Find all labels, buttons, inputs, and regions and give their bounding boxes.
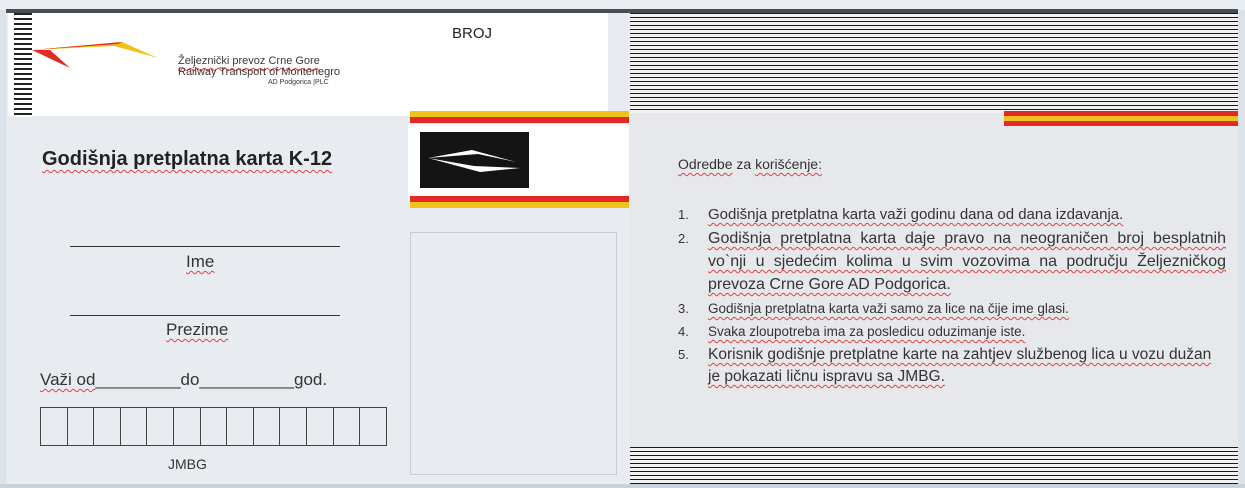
window-frame-bottom: [0, 484, 1245, 488]
valid-to-label: do: [180, 370, 200, 389]
jmbg-cell: [94, 408, 121, 445]
valid-to-blank: __________: [199, 370, 295, 389]
rule-number: 5.: [678, 347, 689, 362]
rule-item: 2. Godišnja pretplatna karta daje pravo n…: [678, 227, 1226, 296]
rules-heading-word2: za: [736, 156, 752, 172]
jmbg-cell: [280, 408, 308, 445]
last-name-label: Prezime: [166, 320, 229, 339]
rules-heading-word1: Odredbe: [678, 156, 733, 172]
jmbg-label: JMBG: [168, 456, 207, 472]
right-bottom-stripes: [630, 447, 1238, 484]
rules-list: 1. Godišnja pretplatna karta važi godinu …: [678, 204, 1226, 390]
jmbg-cell: [201, 408, 228, 445]
jmbg-cell: [41, 408, 68, 445]
rule-item: 5. Korisnik godišnje pretplatne karte na …: [678, 344, 1226, 388]
valid-from-label: Važi od: [40, 370, 96, 389]
rule-text: Korisnik godišnje pretplatne karte na za…: [708, 346, 1212, 385]
right-band-red-2: [1004, 121, 1238, 126]
ticket-top-border: [6, 9, 1238, 13]
jmbg-cell: [360, 408, 386, 445]
rule-text: Svaka zloupotreba ima za posledicu oduzi…: [708, 324, 1026, 339]
right-top-stripes: [630, 13, 1238, 113]
rule-item: 3. Godišnja pretplatna karta važi samo za…: [678, 298, 1226, 319]
rule-number: 3.: [678, 301, 689, 316]
rule-number: 4.: [678, 324, 689, 339]
rule-text: Godišnja pretplatna karta važi godinu da…: [708, 206, 1124, 223]
jmbg-cell: [334, 408, 361, 445]
rules-heading: Odredbe za korišćenje:: [678, 156, 822, 172]
swoosh-logo-icon: [428, 150, 520, 172]
rule-text: Godišnja pretplatna karta daje pravo na …: [708, 230, 1226, 293]
last-name-line: [70, 315, 340, 316]
rule-number: 2.: [678, 231, 689, 246]
year-suffix: god.: [294, 370, 328, 389]
jmbg-cell: [147, 408, 175, 445]
first-name-line: [70, 246, 340, 247]
validity-period: Važi od_________do__________god.: [40, 370, 327, 390]
badge-logo: [420, 132, 529, 188]
rule-number: 1.: [678, 207, 689, 222]
rule-item: 4. Svaka zloupotreba ima za posledicu odu…: [678, 321, 1226, 342]
company-legal-form: AD Podgorica |PLC: [268, 79, 329, 86]
rule-item: 1. Godišnja pretplatna karta važi godinu …: [678, 204, 1226, 225]
ticket-title: Godišnja pretplatna karta K-12: [42, 148, 333, 170]
jmbg-cell: [307, 408, 334, 445]
rule-text: Godišnja pretplatna karta važi samo za l…: [708, 301, 1069, 316]
jmbg-grid: [40, 407, 387, 446]
jmbg-cell: [174, 408, 201, 445]
rules-heading-word3: korišćenje:: [755, 156, 822, 172]
company-logo-icon: [32, 42, 158, 68]
first-name-label: Ime: [186, 252, 215, 271]
photo-box: [410, 232, 617, 475]
ticket-number-label: BROJ: [452, 25, 493, 42]
jmbg-cell: [227, 408, 254, 445]
jmbg-cell: [254, 408, 281, 445]
brand-band-red: [410, 117, 629, 123]
jmbg-cell: [68, 408, 95, 445]
company-name-english: Railway Transport of Montenegro: [178, 66, 341, 78]
jmbg-cell: [121, 408, 148, 445]
brand-band-yellow-lower: [410, 202, 629, 208]
company-name: Željeznički prevoz Crne Gore Railway Tra…: [178, 56, 340, 88]
valid-from-blank: _________: [95, 370, 181, 389]
